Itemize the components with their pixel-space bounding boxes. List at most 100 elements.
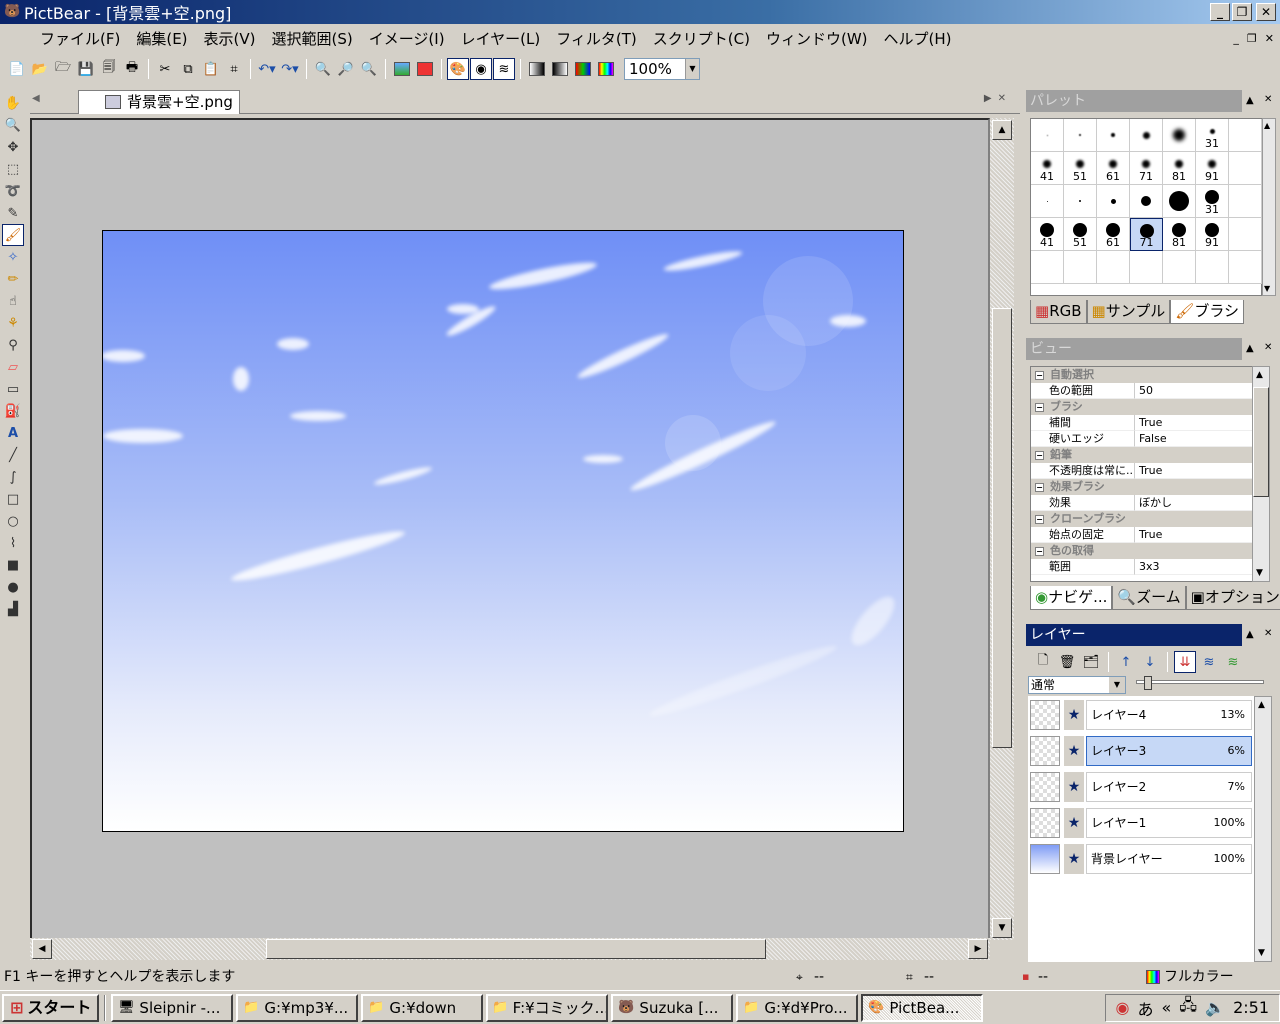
layer-row[interactable]: ★ 背景レイヤー 100% [1028, 840, 1254, 876]
brush-cell[interactable]: 41 [1031, 218, 1064, 251]
menu-select[interactable]: 選択範囲(S) [264, 28, 361, 50]
brush-cell[interactable] [1130, 119, 1163, 152]
property-value[interactable]: 3x3 [1135, 559, 1269, 575]
brush-cell[interactable] [1097, 119, 1130, 152]
menu-window[interactable]: ウィンドウ(W) [758, 28, 876, 50]
layer-row[interactable]: ★ レイヤー3 6% [1028, 732, 1254, 768]
property-category[interactable]: − ブラシ [1031, 399, 1269, 415]
layer-down-icon[interactable]: ↓ [1139, 651, 1161, 673]
layer-row[interactable]: ★ レイヤー1 100% [1028, 804, 1254, 840]
move-tool-icon[interactable]: ✥ [2, 136, 24, 158]
brush-cell[interactable]: 81 [1163, 152, 1196, 185]
menu-layer[interactable]: レイヤー(L) [453, 28, 549, 50]
pen-tool-icon[interactable]: ✎ [2, 202, 24, 224]
gradient-tool-icon[interactable]: ▭ [2, 378, 24, 400]
open-folder-icon[interactable]: 🗁 [52, 58, 74, 80]
scroll-left-icon[interactable]: ◀ [32, 939, 52, 959]
zoom-combobox[interactable]: 100% ▼ [624, 58, 700, 80]
property-value[interactable]: True [1135, 415, 1269, 431]
layer-visibility-icon[interactable]: ★ [1064, 844, 1084, 874]
scroll-up-icon[interactable]: ▲ [1264, 121, 1270, 130]
property-row[interactable]: 硬いエッジ False [1031, 431, 1269, 447]
mail-icon[interactable] [414, 58, 436, 80]
property-row[interactable]: 補間 True [1031, 415, 1269, 431]
network-icon[interactable]: 🖧 [1179, 994, 1197, 1021]
chevron-down-icon[interactable]: ▼ [685, 59, 699, 79]
layer-visibility-icon[interactable]: ★ [1064, 736, 1084, 766]
property-row[interactable]: 始点の固定 True [1031, 527, 1269, 543]
new-layer-icon[interactable]: 🗋 [1032, 651, 1054, 673]
taskbar-button[interactable]: 📁 G:¥down [361, 993, 484, 1022]
tray-expand-icon[interactable]: « [1162, 998, 1172, 1017]
property-category[interactable]: − 効果ブラシ [1031, 479, 1269, 495]
taskbar-button[interactable]: 📁 F:¥コミック... [486, 993, 609, 1022]
mdi-minimize-button[interactable]: _ [1233, 32, 1239, 45]
property-row[interactable]: 色の範囲 50 [1031, 383, 1269, 399]
curve-tool-icon[interactable]: ∫ [2, 466, 24, 488]
menu-view[interactable]: 表示(V) [196, 28, 264, 50]
taskbar-button[interactable]: 📁 G:¥mp3¥... [236, 993, 359, 1022]
scroll-up-icon[interactable]: ▲ [992, 120, 1012, 140]
menu-help[interactable]: ヘルプ(H) [876, 28, 960, 50]
zoom-reset-icon[interactable]: 🔍 [358, 58, 380, 80]
brush-cell[interactable]: 91 [1196, 152, 1229, 185]
layer-name-cell[interactable]: レイヤー4 13% [1086, 700, 1252, 730]
scroll-down-icon[interactable]: ▼ [1256, 568, 1263, 578]
brush-cell[interactable]: 31 [1196, 119, 1229, 152]
fill-tool-icon[interactable]: ⛽ [2, 400, 24, 422]
tab-options[interactable]: ▣オプション [1185, 586, 1280, 610]
brush-cell[interactable] [1163, 185, 1196, 218]
layer-name-cell[interactable]: 背景レイヤー 100% [1086, 844, 1252, 874]
menu-filter[interactable]: フィルタ(T) [548, 28, 645, 50]
hand-tool-icon[interactable]: ✋ [2, 92, 24, 114]
gradient-icon[interactable] [526, 58, 548, 80]
scroll-up-icon[interactable]: ▲ [1256, 370, 1263, 380]
paste-icon[interactable]: 📋 [200, 58, 222, 80]
brush-cell[interactable]: 61 [1097, 152, 1130, 185]
vertical-scroll-thumb[interactable] [992, 308, 1012, 748]
brush-cell[interactable] [1130, 185, 1163, 218]
view-close-icon[interactable]: ✕ [1264, 342, 1272, 353]
property-category[interactable]: − 自動選択 [1031, 367, 1269, 383]
ellipse-tool-icon[interactable]: ○ [2, 510, 24, 532]
opacity-slider-thumb[interactable] [1144, 676, 1152, 690]
layer-name-cell[interactable]: レイヤー1 100% [1086, 808, 1252, 838]
layer-name-cell[interactable]: レイヤー2 7% [1086, 772, 1252, 802]
merge-down-icon[interactable]: ⇊ [1174, 651, 1196, 673]
layer-up-icon[interactable]: ↑ [1115, 651, 1137, 673]
menu-image[interactable]: イメージ(I) [361, 28, 453, 50]
taskbar-button[interactable]: 🎨 PictBea... [861, 993, 984, 1022]
property-value[interactable]: True [1135, 527, 1269, 543]
restore-button[interactable]: ❐ [1232, 3, 1252, 21]
layer-row[interactable]: ★ レイヤー4 13% [1028, 696, 1254, 732]
collapse-icon[interactable]: − [1035, 403, 1044, 412]
crop-icon[interactable]: ⌗ [223, 58, 245, 80]
lasso-tool-icon[interactable]: ➰ [2, 180, 24, 202]
brush-cell[interactable] [1064, 185, 1097, 218]
brush-cell[interactable] [1097, 185, 1130, 218]
tab-scroll-left-icon[interactable]: ◀ [32, 93, 40, 104]
tab-nav-icons[interactable]: ▶✕ [984, 93, 1012, 104]
layer-visibility-icon[interactable]: ★ [1064, 808, 1084, 838]
tab-navigator[interactable]: ◉ナビゲ... [1030, 586, 1113, 610]
brush-tool-icon[interactable]: 🖌 [2, 224, 24, 246]
brush-cell[interactable]: 71 [1130, 218, 1163, 251]
layer-visibility-icon[interactable]: ★ [1064, 700, 1084, 730]
view-collapse-icon[interactable]: ▲ [1246, 343, 1254, 354]
zoom-in-icon[interactable]: 🔍 [312, 58, 334, 80]
rect-select-tool-icon[interactable]: ⬚ [2, 158, 24, 180]
layer-window-icon[interactable]: ≋ [493, 58, 515, 80]
property-value[interactable]: ぼかし [1135, 495, 1269, 511]
open-file-icon[interactable]: 📂 [29, 58, 51, 80]
pencil-tool-icon[interactable]: ✏ [2, 268, 24, 290]
layer-close-icon[interactable]: ✕ [1264, 628, 1272, 639]
eyedropper-tool-icon[interactable]: ⚲ [2, 334, 24, 356]
new-file-icon[interactable]: 📄 [6, 58, 28, 80]
brush-cell[interactable]: 31 [1196, 185, 1229, 218]
delete-layer-icon[interactable]: 🗑 [1056, 651, 1078, 673]
palette-collapse-icon[interactable]: ▲ [1246, 95, 1254, 106]
property-value[interactable]: True [1135, 463, 1269, 479]
hue-icon[interactable] [595, 58, 617, 80]
brush-cell[interactable]: 51 [1064, 152, 1097, 185]
tab-zoom[interactable]: 🔍ズーム [1112, 586, 1186, 610]
